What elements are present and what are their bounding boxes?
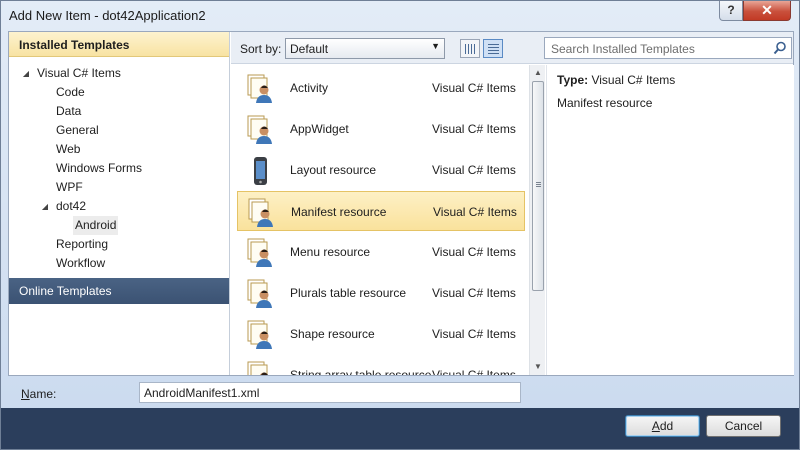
person-document-icon bbox=[245, 115, 275, 145]
template-categories-pane: Installed Templates ◢ Visual C# Items Code… bbox=[9, 32, 230, 375]
help-button[interactable]: ? bbox=[719, 1, 743, 21]
name-label: Name: bbox=[21, 387, 56, 401]
template-item-category: Visual C# Items bbox=[432, 122, 516, 136]
type-value: Visual C# Items bbox=[591, 73, 676, 87]
add-accelerator: A bbox=[651, 419, 660, 433]
person-document-icon bbox=[245, 238, 275, 268]
installed-templates-header[interactable]: Installed Templates bbox=[9, 32, 229, 57]
person-document-icon bbox=[245, 279, 275, 309]
templates-toolbar: Sort by: Default ▼ Search Installed Temp… bbox=[231, 32, 793, 64]
tree-item-label: Visual C# Items bbox=[37, 66, 121, 80]
tree-item[interactable]: ◢ dot42 bbox=[9, 197, 229, 216]
template-item[interactable]: Activity Visual C# Items bbox=[237, 68, 525, 108]
template-item-category: Visual C# Items bbox=[432, 81, 516, 95]
tree-item[interactable]: Data bbox=[9, 102, 229, 121]
sort-by-value: Default bbox=[290, 42, 329, 56]
small-icons-view-button[interactable] bbox=[460, 39, 480, 58]
template-item-name: String array table resource bbox=[290, 368, 432, 375]
name-accelerator: N bbox=[21, 387, 30, 401]
online-templates-header[interactable]: Online Templates bbox=[9, 278, 229, 304]
cancel-button[interactable]: Cancel bbox=[706, 415, 781, 437]
templates-list-scrollbar[interactable]: ▲ ▼ bbox=[529, 65, 545, 375]
tree-item-label: General bbox=[56, 123, 99, 137]
tree-item-label: WPF bbox=[56, 180, 83, 194]
template-item-name: Activity bbox=[290, 81, 329, 95]
person-document-icon bbox=[245, 320, 275, 350]
tree-item-label: Code bbox=[56, 85, 85, 99]
list-view-icon bbox=[488, 44, 499, 54]
type-key-label: Type: bbox=[557, 73, 589, 87]
grip-icon bbox=[536, 182, 541, 188]
tree-item[interactable]: Workflow bbox=[9, 254, 229, 273]
sort-by-dropdown[interactable]: Default ▼ bbox=[285, 38, 445, 59]
templates-list: Activity Visual C# Items AppWidget Visual C… bbox=[231, 65, 531, 375]
tree-item[interactable]: WPF bbox=[9, 178, 229, 197]
template-item-name: Plurals table resource bbox=[290, 286, 407, 300]
scroll-down-arrow-icon[interactable]: ▼ bbox=[530, 359, 546, 375]
window-title: Add New Item - dot42Application2 bbox=[9, 8, 206, 23]
person-document-icon bbox=[245, 361, 275, 375]
template-type: Type: Visual C# Items bbox=[557, 73, 675, 87]
template-item-category: Visual C# Items bbox=[432, 286, 516, 300]
template-item[interactable]: Plurals table resource Visual C# Items bbox=[237, 273, 525, 313]
template-item[interactable]: AppWidget Visual C# Items bbox=[237, 109, 525, 149]
template-item-name: AppWidget bbox=[290, 122, 349, 136]
template-item-name: Menu resource bbox=[290, 245, 371, 259]
tree-item-label: Android bbox=[73, 216, 119, 235]
sort-by-label: Sort by: bbox=[240, 42, 282, 56]
dropdown-arrow-icon: ▼ bbox=[431, 41, 440, 51]
search-icon[interactable] bbox=[773, 41, 787, 55]
expand-arrow-icon[interactable]: ◢ bbox=[20, 64, 32, 83]
template-item-category: Visual C# Items bbox=[432, 368, 516, 375]
tree-item[interactable]: Code bbox=[9, 83, 229, 102]
add-new-item-dialog: Add New Item - dot42Application2 ? ✕ Ins… bbox=[0, 0, 800, 450]
tree-item-label: Reporting bbox=[56, 237, 109, 251]
phone-icon bbox=[245, 156, 275, 186]
grid-view-icon bbox=[465, 44, 476, 54]
person-document-icon bbox=[245, 74, 275, 104]
expand-arrow-icon[interactable]: ◢ bbox=[39, 197, 51, 216]
tree-item-label: dot42 bbox=[56, 199, 87, 213]
add-label-rest: dd bbox=[659, 419, 674, 433]
close-button[interactable]: ✕ bbox=[743, 1, 791, 21]
template-item-name: Manifest resource bbox=[291, 205, 387, 219]
template-details-pane: Type: Visual C# Items Manifest resource bbox=[546, 65, 794, 375]
tree-item[interactable]: Windows Forms bbox=[9, 159, 229, 178]
tree-item-label: Windows Forms bbox=[56, 161, 143, 175]
tree-item[interactable]: Web bbox=[9, 140, 229, 159]
scroll-up-arrow-icon[interactable]: ▲ bbox=[530, 65, 546, 81]
template-item-category: Visual C# Items bbox=[432, 245, 516, 259]
person-document-icon bbox=[246, 198, 276, 228]
template-item[interactable]: Shape resource Visual C# Items bbox=[237, 314, 525, 354]
name-label-rest: ame: bbox=[29, 387, 57, 401]
dialog-body: Installed Templates ◢ Visual C# Items Code… bbox=[8, 31, 794, 376]
tree-item[interactable]: General bbox=[9, 121, 229, 140]
name-field[interactable]: AndroidManifest1.xml bbox=[139, 382, 521, 403]
tree-item-label: Data bbox=[56, 104, 82, 118]
template-item[interactable]: Manifest resource Visual C# Items bbox=[237, 191, 525, 231]
add-button[interactable]: Add bbox=[625, 415, 700, 437]
search-placeholder: Search Installed Templates bbox=[551, 42, 695, 56]
tree-item[interactable]: ◢ Visual C# Items bbox=[9, 64, 229, 83]
template-item-name: Shape resource bbox=[290, 327, 375, 341]
tree-item[interactable]: Android bbox=[9, 216, 229, 235]
list-view-button[interactable] bbox=[483, 39, 503, 58]
tree-item[interactable]: Reporting bbox=[9, 235, 229, 254]
template-item[interactable]: String array table resource Visual C# Ite… bbox=[237, 355, 525, 375]
tree-item-label: Workflow bbox=[56, 256, 106, 270]
template-item-category: Visual C# Items bbox=[432, 327, 516, 341]
title-bar[interactable]: Add New Item - dot42Application2 ? ✕ bbox=[1, 1, 799, 31]
template-item[interactable]: Menu resource Visual C# Items bbox=[237, 232, 525, 272]
template-item-category: Visual C# Items bbox=[433, 205, 517, 219]
template-description: Manifest resource bbox=[557, 96, 653, 110]
search-installed-templates-input[interactable]: Search Installed Templates bbox=[544, 37, 792, 59]
template-item-name: Layout resource bbox=[290, 163, 377, 177]
template-item[interactable]: Layout resource Visual C# Items bbox=[237, 150, 525, 190]
template-item-category: Visual C# Items bbox=[432, 163, 516, 177]
scroll-thumb[interactable] bbox=[532, 81, 544, 291]
tree-item-label: Web bbox=[56, 142, 81, 156]
